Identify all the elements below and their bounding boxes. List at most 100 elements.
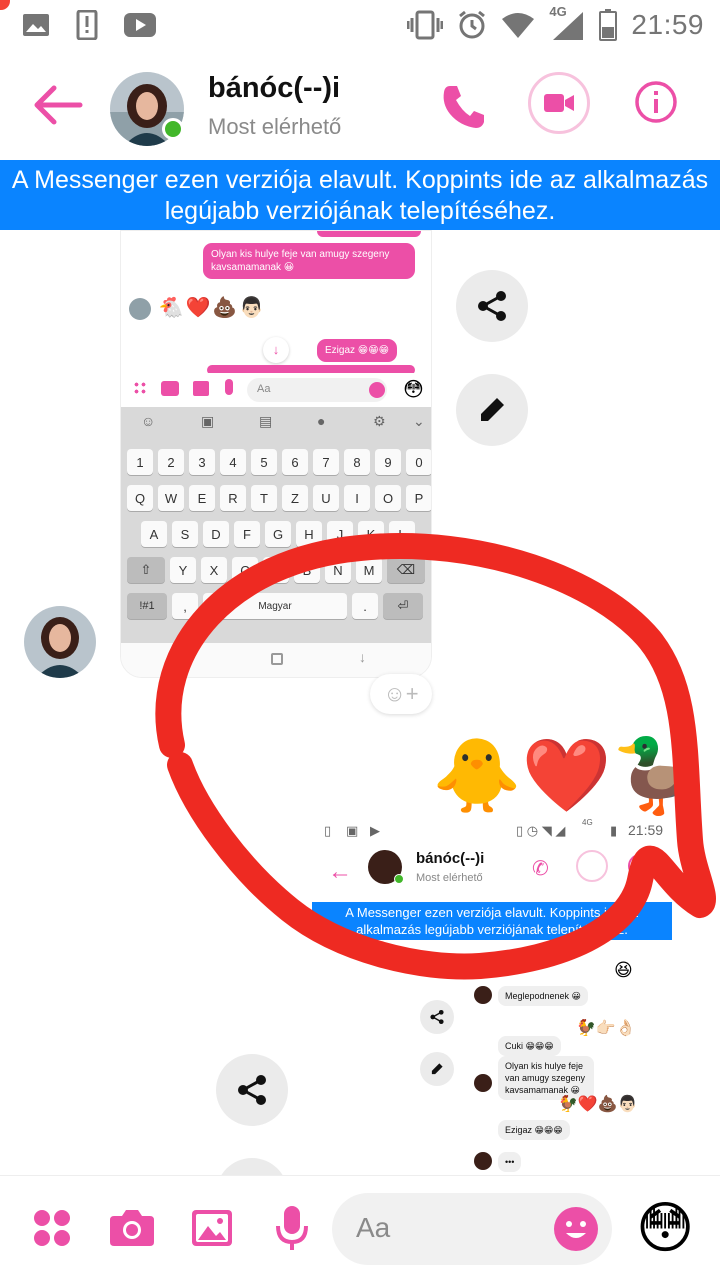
mic-icon	[225, 379, 233, 395]
keyboard-key: L	[389, 521, 415, 547]
share-icon	[238, 1075, 266, 1105]
nested-sender-avatar	[474, 986, 492, 1004]
shared-screenshot-keyboard[interactable]: Olyan kis hulye feje van amugy szegeny k…	[120, 230, 432, 678]
quick-emoji-button[interactable]: 😳	[636, 1196, 700, 1260]
gallery-icon	[192, 1210, 232, 1246]
youtube-icon	[124, 13, 156, 37]
share-icon	[478, 291, 506, 321]
info-icon[interactable]	[634, 80, 678, 124]
enter-key: ⏎	[383, 593, 423, 619]
share-button-2[interactable]	[216, 1054, 288, 1126]
video-call-button[interactable]	[528, 72, 590, 134]
keyboard-key: O	[375, 485, 401, 511]
keyboard-key: I	[344, 485, 370, 511]
nested-typing-indicator: •••	[498, 1152, 522, 1172]
video-camera-icon	[544, 94, 574, 112]
nested-update-banner: A Messenger ezen verziója elavult. Koppi…	[312, 902, 672, 940]
back-arrow-icon[interactable]	[30, 78, 84, 132]
nested-back-arrow-icon: ←	[328, 858, 352, 885]
keyboard-key: G	[265, 521, 291, 547]
sim-alert-icon	[76, 10, 98, 40]
mini-input: Aa	[247, 378, 387, 402]
clock: 21:59	[631, 9, 704, 40]
messenger-screen: 4G 21:59 bánóc(--)i Most elérhető A Mess…	[0, 0, 720, 1280]
keyboard-row-bottom: !#1 , Magyar . ⏎	[127, 593, 423, 619]
keyboard-key: 1	[127, 449, 153, 475]
keyboard-key: V	[263, 557, 289, 583]
nested-network: 4G	[582, 818, 593, 827]
apps-icon	[34, 1210, 70, 1246]
period-key: .	[352, 593, 378, 619]
nested-video-icon	[576, 850, 608, 882]
scroll-down-icon: ↓	[263, 337, 289, 363]
nested-sender-avatar	[474, 1152, 492, 1170]
vibrate-icon	[407, 10, 444, 40]
emoji-row: 🐔❤️💩👨🏻	[129, 295, 266, 320]
keyboard-key: 5	[251, 449, 277, 475]
emoji-text: 🐔❤️💩👨🏻	[158, 297, 267, 319]
keyboard-toolbar: ☺ ▣ ▤ ● ⚙ ⌄	[141, 413, 425, 429]
contact-name[interactable]: bánóc(--)i	[208, 72, 340, 105]
keyboard-key: K	[358, 521, 384, 547]
nested-info-icon	[628, 854, 652, 878]
camera-icon	[161, 381, 179, 396]
keyboard-key: 7	[313, 449, 339, 475]
keyboard-key: Y	[170, 557, 196, 583]
keyboard-key: T	[251, 485, 277, 511]
composer-bar: Aa 😳	[0, 1175, 720, 1280]
nested-contact-name: bánóc(--)i	[416, 850, 485, 867]
keyboard-key: U	[313, 485, 339, 511]
keyboard-row-3: ⇧ Y X C V B N M ⌫	[127, 557, 425, 583]
edit-button-2[interactable]	[216, 1158, 288, 1175]
keyboard-key: H	[296, 521, 322, 547]
flushed-emoji-icon: 😳	[403, 379, 424, 401]
microphone-icon	[276, 1206, 308, 1250]
sender-avatar[interactable]	[24, 606, 96, 678]
share-button[interactable]	[456, 270, 528, 342]
update-banner[interactable]: A Messenger ezen verziója elavult. Koppi…	[0, 160, 720, 230]
keyboard-row-2: ASDFGHJKL	[141, 521, 415, 547]
keyboard-key: 0	[406, 449, 431, 475]
voice-button[interactable]	[268, 1204, 316, 1252]
alarm-icon	[459, 10, 486, 39]
apps-button[interactable]	[28, 1204, 76, 1252]
keyboard-key: Q	[127, 485, 153, 511]
keyboard-key: F	[234, 521, 260, 547]
gallery-button[interactable]	[188, 1204, 236, 1252]
nested-header: ← bánóc(--)i Most elérhető ✆	[312, 844, 720, 902]
shared-screenshot-conversation[interactable]: ▯ ▣ ▶ ▯ ◷ ◥ ◢ 4G ▮ 21:59 ← bánóc(--)i Mo…	[312, 818, 720, 1175]
keyboard-key: 4	[220, 449, 246, 475]
emoji-picker-button[interactable]	[554, 1207, 598, 1251]
symbols-key: !#1	[127, 593, 167, 619]
nested-message: Cuki 😁😁😁	[498, 1036, 561, 1056]
emoji-message[interactable]: 🐥❤️🦆	[432, 736, 701, 816]
nested-message: Ezigaz 😁😁😁	[498, 1120, 570, 1140]
keyboard-row-numbers: 1234567890	[127, 449, 431, 475]
message-input[interactable]: Aa	[332, 1193, 612, 1265]
keyboard-key: 2	[158, 449, 184, 475]
keyboard-key: W	[158, 485, 184, 511]
keyboard-key: M	[356, 557, 382, 583]
keyboard-key: P	[406, 485, 431, 511]
gallery-icon	[193, 381, 209, 396]
message-list[interactable]: Olyan kis hulye feje van amugy szegeny k…	[0, 230, 720, 1175]
nested-message: Meglepodnenek 😀	[498, 986, 588, 1006]
nested-contact-status: Most elérhető	[416, 872, 483, 884]
edit-button[interactable]	[456, 374, 528, 446]
camera-icon	[110, 1210, 154, 1246]
keyboard-key: 3	[189, 449, 215, 475]
camera-button[interactable]	[108, 1204, 156, 1252]
phone-icon[interactable]	[436, 78, 492, 134]
nested-sender-avatar	[474, 1074, 492, 1092]
notification-dot	[0, 0, 10, 10]
mini-composer: Aa 😳	[121, 373, 431, 407]
tiny-avatar	[129, 297, 151, 320]
signal-icon: 4G	[549, 4, 585, 42]
nested-edit-button	[420, 1052, 454, 1086]
online-indicator	[162, 118, 184, 140]
keyboard-key: E	[189, 485, 215, 511]
nested-emoji-line: 🐓👉🏻👌🏻	[576, 1020, 636, 1037]
apps-icon	[133, 381, 147, 395]
nested-share-button	[420, 1000, 454, 1034]
add-reaction-button[interactable]: ☺+	[370, 674, 432, 714]
